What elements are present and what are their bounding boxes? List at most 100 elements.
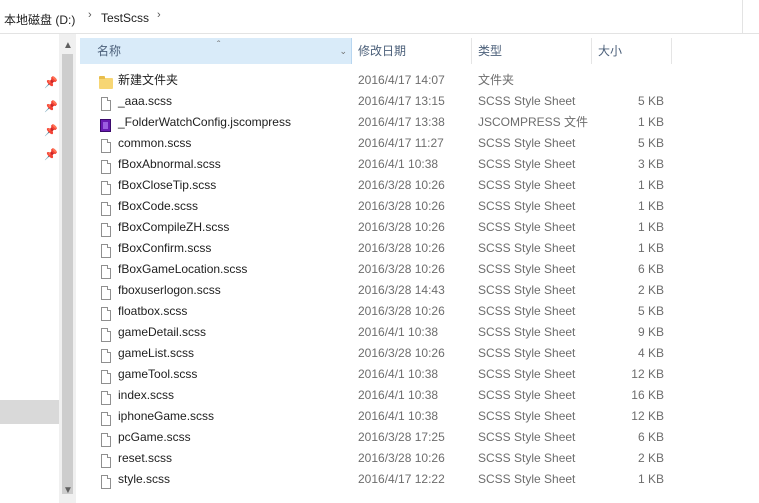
column-size-header[interactable]: 大小 xyxy=(592,38,672,64)
file-date: 2016/4/1 10:38 xyxy=(358,409,439,423)
file-name: fBoxConfirm.scss xyxy=(118,241,212,255)
file-date: 2016/4/17 13:38 xyxy=(358,115,445,129)
file-row[interactable]: gameTool.scss 2016/4/1 10:38 SCSS Style Sh… xyxy=(80,364,759,385)
file-row[interactable]: iphoneGame.scss 2016/4/1 10:38 SCSS Style … xyxy=(80,406,759,427)
file-row[interactable]: fboxuserlogon.scss 2016/3/28 14:43 SCSS St… xyxy=(80,280,759,301)
file-type: SCSS Style Sheet xyxy=(478,178,576,192)
file-type: SCSS Style Sheet xyxy=(478,346,576,360)
scroll-up-icon[interactable]: ▲ xyxy=(63,40,73,51)
file-icon xyxy=(99,451,112,468)
file-type: SCSS Style Sheet xyxy=(478,472,576,486)
file-name: style.scss xyxy=(118,472,171,486)
file-size: 1 KB xyxy=(637,178,664,192)
file-name: pcGame.scss xyxy=(118,430,191,444)
file-size: 9 KB xyxy=(637,325,664,339)
file-list: 新建文件夹 2016/4/17 14:07 文件夹 _aaa.scss 2016/4/1… xyxy=(80,70,759,503)
file-name: fBoxCloseTip.scss xyxy=(118,178,217,192)
file-name: gameList.scss xyxy=(118,346,195,360)
nav-item-selected[interactable] xyxy=(0,400,59,424)
file-name: fBoxCode.scss xyxy=(118,199,199,213)
breadcrumb-separator-icon[interactable]: › xyxy=(88,9,92,21)
file-row[interactable]: index.scss 2016/4/1 10:38 SCSS Style Sheet… xyxy=(80,385,759,406)
file-date: 2016/3/28 17:25 xyxy=(358,430,445,444)
chevron-down-icon[interactable]: ⌄ xyxy=(339,38,347,64)
column-type-label: 类型 xyxy=(478,44,503,58)
file-size: 16 KB xyxy=(631,388,664,402)
file-row[interactable]: 新建文件夹 2016/4/17 14:07 文件夹 xyxy=(80,70,759,91)
file-row[interactable]: _FolderWatchConfig.jscompress 2016/4/17 1… xyxy=(80,112,759,133)
column-name-header[interactable]: ˆ 名称 ⌄ xyxy=(80,38,352,64)
file-size: 3 KB xyxy=(637,157,664,171)
breadcrumb-separator-icon[interactable]: › xyxy=(157,9,161,21)
file-date: 2016/4/17 12:22 xyxy=(358,472,445,486)
file-name: gameDetail.scss xyxy=(118,325,207,339)
file-name: index.scss xyxy=(118,388,175,402)
column-date-label: 修改日期 xyxy=(358,44,407,58)
file-row[interactable]: reset.scss 2016/3/28 10:26 SCSS Style Shee… xyxy=(80,448,759,469)
file-name: 新建文件夹 xyxy=(118,73,179,87)
navigation-scrollbar[interactable]: ▲ ▼ xyxy=(59,34,76,503)
file-icon xyxy=(99,325,112,342)
file-row[interactable]: fBoxCloseTip.scss 2016/3/28 10:26 SCSS Sty… xyxy=(80,175,759,196)
file-row[interactable]: floatbox.scss 2016/3/28 10:26 SCSS Style S… xyxy=(80,301,759,322)
file-size: 12 KB xyxy=(631,367,664,381)
file-icon xyxy=(99,178,112,195)
pin-icon[interactable]: 📌 xyxy=(44,100,58,113)
file-size: 1 KB xyxy=(637,220,664,234)
file-size: 5 KB xyxy=(637,304,664,318)
file-row[interactable]: pcGame.scss 2016/3/28 17:25 SCSS Style She… xyxy=(80,427,759,448)
file-name: _aaa.scss xyxy=(118,94,173,108)
file-row[interactable]: common.scss 2016/4/17 11:27 SCSS Style She… xyxy=(80,133,759,154)
scroll-down-icon[interactable]: ▼ xyxy=(63,485,73,496)
file-date: 2016/3/28 10:26 xyxy=(358,262,445,276)
search-box-edge[interactable] xyxy=(742,0,759,33)
file-row[interactable]: fBoxCode.scss 2016/3/28 10:26 SCSS Style S… xyxy=(80,196,759,217)
file-type: SCSS Style Sheet xyxy=(478,388,576,402)
scrollbar-thumb[interactable] xyxy=(62,54,73,494)
file-date: 2016/4/1 10:38 xyxy=(358,388,439,402)
file-row[interactable]: fBoxCompileZH.scss 2016/3/28 10:26 SCSS St… xyxy=(80,217,759,238)
file-icon xyxy=(99,472,112,489)
file-row[interactable]: style.scss 2016/4/17 12:22 SCSS Style Shee… xyxy=(80,469,759,490)
file-type: SCSS Style Sheet xyxy=(478,367,576,381)
column-type-header[interactable]: 类型 xyxy=(472,38,592,64)
file-type: SCSS Style Sheet xyxy=(478,304,576,318)
file-name: fboxuserlogon.scss xyxy=(118,283,221,297)
file-name: gameTool.scss xyxy=(118,367,198,381)
file-name: _FolderWatchConfig.jscompress xyxy=(118,115,291,129)
file-row[interactable]: fBoxAbnormal.scss 2016/4/1 10:38 SCSS Styl… xyxy=(80,154,759,175)
file-row[interactable]: _aaa.scss 2016/4/17 13:15 SCSS Style Sheet… xyxy=(80,91,759,112)
column-size-label: 大小 xyxy=(598,44,623,58)
file-icon xyxy=(99,283,112,300)
file-icon xyxy=(99,241,112,258)
file-date: 2016/3/28 10:26 xyxy=(358,451,445,465)
file-icon xyxy=(99,199,112,216)
file-name: fBoxAbnormal.scss xyxy=(118,157,221,171)
file-date: 2016/3/28 10:26 xyxy=(358,241,445,255)
file-row[interactable]: fBoxGameLocation.scss 2016/3/28 10:26 SCSS… xyxy=(80,259,759,280)
file-type: SCSS Style Sheet xyxy=(478,220,576,234)
file-date: 2016/4/1 10:38 xyxy=(358,157,439,171)
pin-icon[interactable]: 📌 xyxy=(44,148,58,161)
file-type: SCSS Style Sheet xyxy=(478,94,576,108)
address-bar[interactable]: 本地磁盘 (D:) › TestScss › xyxy=(0,0,759,34)
breadcrumb-folder[interactable]: TestScss xyxy=(101,11,149,25)
file-type: SCSS Style Sheet xyxy=(478,136,576,150)
column-date-header[interactable]: 修改日期 xyxy=(352,38,472,64)
file-type: JSCOMPRESS 文件 xyxy=(478,115,589,129)
file-type: SCSS Style Sheet xyxy=(478,241,576,255)
file-icon xyxy=(99,304,112,321)
file-type: SCSS Style Sheet xyxy=(478,199,576,213)
file-size: 2 KB xyxy=(637,451,664,465)
pin-icon[interactable]: 📌 xyxy=(44,76,58,89)
file-row[interactable]: gameDetail.scss 2016/4/1 10:38 SCSS Style … xyxy=(80,322,759,343)
column-divider[interactable] xyxy=(671,38,672,64)
file-size: 1 KB xyxy=(637,241,664,255)
pin-icon[interactable]: 📌 xyxy=(44,124,58,137)
column-header: ˆ 名称 ⌄ 修改日期 类型 大小 xyxy=(80,38,759,64)
breadcrumb-drive[interactable]: 本地磁盘 (D:) xyxy=(4,11,75,28)
file-row[interactable]: fBoxConfirm.scss 2016/3/28 10:26 SCSS Styl… xyxy=(80,238,759,259)
sort-ascending-icon: ˆ xyxy=(217,40,221,51)
file-row[interactable]: gameList.scss 2016/3/28 10:26 SCSS Style S… xyxy=(80,343,759,364)
file-icon xyxy=(99,409,112,426)
